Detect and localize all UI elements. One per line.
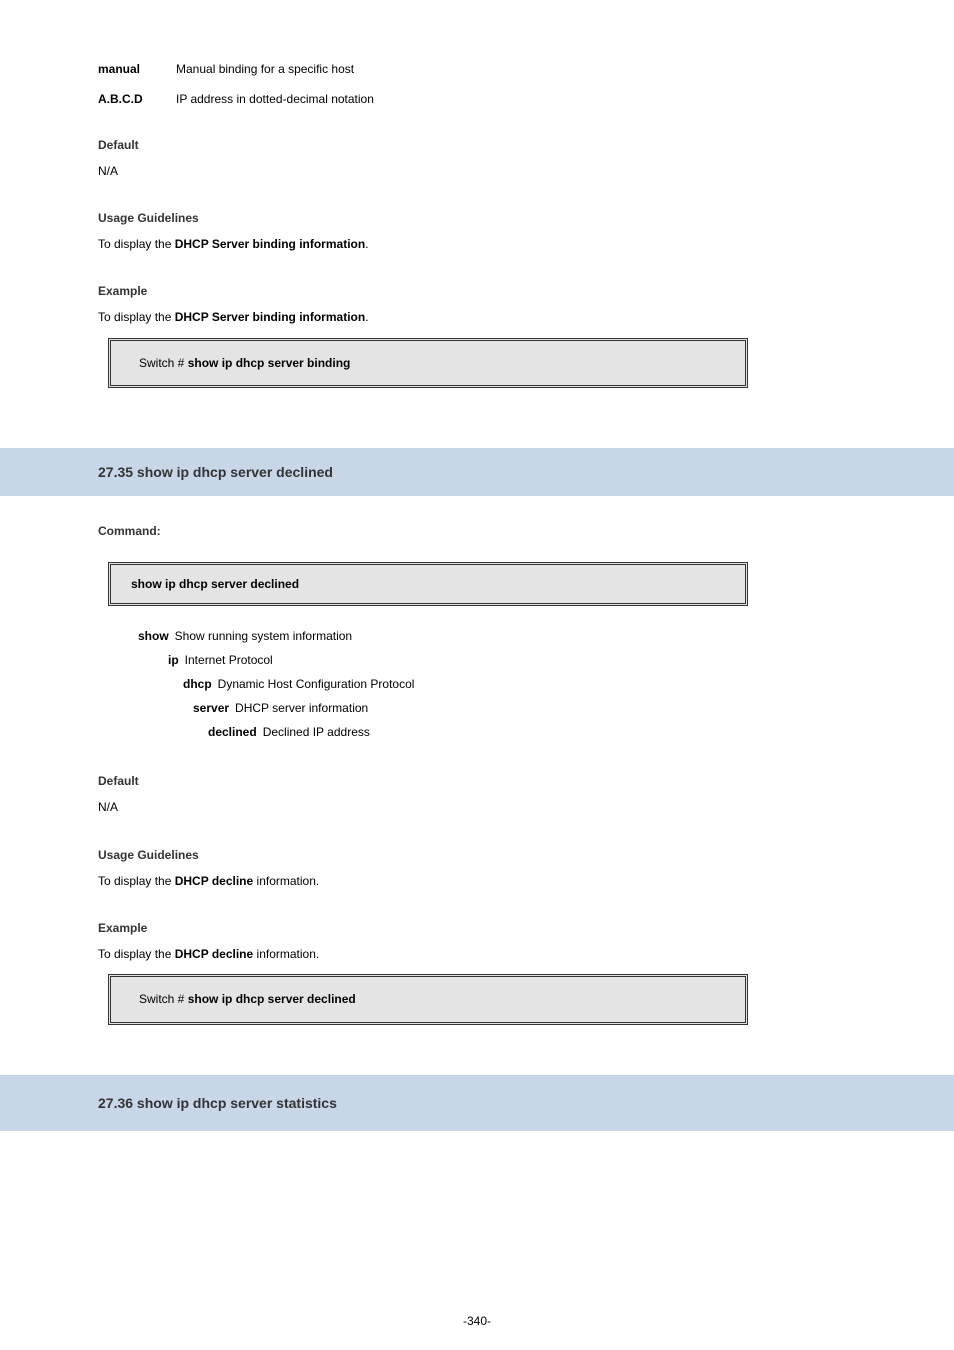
definition-row-abcd: A.B.C.D IP address in dotted-decimal not… [98,90,856,108]
syntax-key: dhcp [183,672,212,696]
command-label: Command: [98,524,856,538]
example-label-2: Example [98,921,856,935]
syntax-key: show [138,624,169,648]
example-text-2: To display the DHCP decline information. [98,945,856,964]
page-content: manual Manual binding for a specific hos… [98,60,856,1131]
section-header-27-36: 27.36 show ip dhcp server statistics [0,1075,954,1131]
code-block-1: Switch # show ip dhcp server binding [108,338,748,389]
syntax-line-dhcp: dhcp Dynamic Host Configuration Protocol [98,672,856,696]
usage-label-2: Usage Guidelines [98,848,856,862]
default-value-2: N/A [98,798,856,817]
example-pre: To display the [98,310,175,324]
syntax-box: show ip dhcp server declined [108,562,748,606]
syntax-key: ip [168,648,179,672]
def-desc: IP address in dotted-decimal notation [176,90,856,108]
usage-post: information. [253,874,319,888]
usage-pre: To display the [98,874,175,888]
def-desc: Manual binding for a specific host [176,60,856,78]
syntax-desc: Dynamic Host Configuration Protocol [218,672,415,696]
example-pre: To display the [98,947,175,961]
syntax-tree: show Show running system information ip … [98,624,856,744]
usage-bold: DHCP Server binding information [175,237,365,251]
syntax-key: server [193,696,229,720]
usage-text-2: To display the DHCP decline information. [98,872,856,891]
syntax-desc: Internet Protocol [185,648,273,672]
definition-row-manual: manual Manual binding for a specific hos… [98,60,856,78]
code-block-2: Switch # show ip dhcp server declined [108,974,748,1025]
page-number: -340- [0,1314,954,1328]
example-label: Example [98,284,856,298]
example-text: To display the DHCP Server binding infor… [98,308,856,327]
code-prompt: Switch # [139,356,188,370]
syntax-line-ip: ip Internet Protocol [98,648,856,672]
default-label: Default [98,138,856,152]
syntax-desc: Declined IP address [263,720,370,744]
syntax-line-declined: declined Declined IP address [98,720,856,744]
usage-pre: To display the [98,237,175,251]
syntax-desc: Show running system information [175,624,352,648]
usage-text: To display the DHCP Server binding infor… [98,235,856,254]
code-command: show ip dhcp server declined [188,992,356,1006]
usage-post: . [365,237,368,251]
example-bold: DHCP decline [175,947,253,961]
usage-bold: DHCP decline [175,874,253,888]
def-term: A.B.C.D [98,90,176,108]
code-prompt: Switch # [139,992,188,1006]
code-command: show ip dhcp server binding [188,356,351,370]
example-post: information. [253,947,319,961]
default-value: N/A [98,162,856,181]
syntax-line-server: server DHCP server information [98,696,856,720]
syntax-key: declined [208,720,257,744]
syntax-line-show: show Show running system information [98,624,856,648]
example-bold: DHCP Server binding information [175,310,365,324]
default-label-2: Default [98,774,856,788]
section-header-27-35: 27.35 show ip dhcp server declined [0,448,954,496]
example-post: . [365,310,368,324]
syntax-desc: DHCP server information [235,696,368,720]
def-term: manual [98,60,176,78]
usage-label: Usage Guidelines [98,211,856,225]
